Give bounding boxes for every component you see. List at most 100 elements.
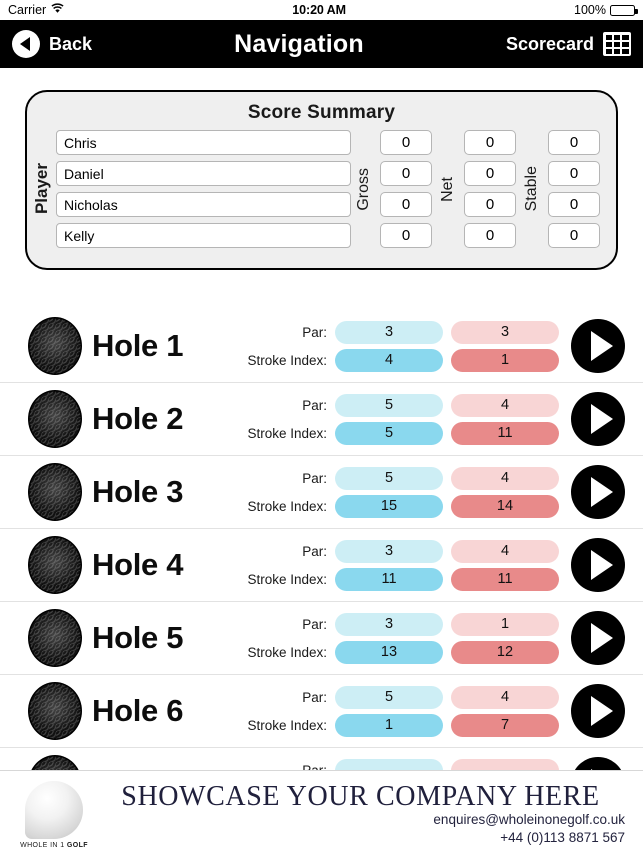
hole-list[interactable]: Hole 1 Par: 3 3 Stroke Index: 4 1 Hole 2 (0, 310, 643, 780)
net-column: 0 0 0 0 (464, 130, 516, 248)
net-value[interactable]: 0 (464, 130, 516, 155)
stroke-index-label: Stroke Index: (247, 644, 327, 660)
stroke-index-label: Stroke Index: (247, 571, 327, 587)
gross-value[interactable]: 0 (380, 161, 432, 186)
status-bar-right: 100% (574, 3, 638, 17)
hole-row[interactable]: Hole 6 Par: 5 4 Stroke Index: 1 7 (0, 675, 643, 748)
play-arrow-icon[interactable] (571, 319, 625, 373)
player-name-input[interactable]: Kelly (56, 223, 351, 248)
play-arrow-icon[interactable] (571, 611, 625, 665)
gross-group: Gross 0 0 0 0 (351, 130, 435, 248)
gross-value[interactable]: 0 (380, 130, 432, 155)
par-line: Par: 5 4 (195, 466, 559, 490)
par-line: Par: 5 4 (195, 685, 559, 709)
player-name-input[interactable]: Daniel (56, 161, 351, 186)
stroke-index-blue-value: 11 (335, 567, 443, 591)
stroke-index-pink-value: 11 (451, 567, 559, 591)
golf-ball-logo-icon: WHOLE IN 1 GOLF (12, 777, 96, 853)
stroke-index-pink-value: 7 (451, 713, 559, 737)
par-pink-value: 3 (451, 320, 559, 344)
page-title: Navigation (234, 29, 364, 58)
player-axis: Player (27, 130, 56, 248)
play-arrow-icon[interactable] (571, 538, 625, 592)
stroke-index-blue-value: 4 (335, 348, 443, 372)
par-blue-value: 5 (335, 685, 443, 709)
par-blue-value: 5 (335, 466, 443, 490)
back-circle-arrow-icon (12, 30, 40, 58)
par-blue-value: 3 (335, 539, 443, 563)
golf-ball-icon (28, 390, 82, 448)
par-line: Par: 3 1 (195, 612, 559, 636)
par-line: Par: 3 3 (195, 320, 559, 344)
net-value[interactable]: 0 (464, 223, 516, 248)
stable-axis-label: Stable (523, 166, 540, 212)
grid-icon (603, 32, 631, 56)
hole-row[interactable]: Hole 4 Par: 3 4 Stroke Index: 11 11 (0, 529, 643, 602)
banner-email[interactable]: enquires@wholeinonegolf.co.uk (433, 811, 625, 829)
net-value[interactable]: 0 (464, 161, 516, 186)
play-arrow-icon[interactable] (571, 392, 625, 446)
status-bar: Carrier 10:20 AM 100% (0, 0, 643, 20)
stroke-index-line: Stroke Index: 15 14 (195, 494, 559, 518)
net-value[interactable]: 0 (464, 192, 516, 217)
par-blue-value: 3 (335, 320, 443, 344)
stable-value[interactable]: 0 (548, 130, 600, 155)
back-button[interactable]: Back (12, 30, 92, 58)
battery-percent-label: 100% (574, 3, 606, 17)
banner-phone[interactable]: +44 (0)113 8871 567 (500, 829, 625, 847)
hole-row[interactable]: Hole 1 Par: 3 3 Stroke Index: 4 1 (0, 310, 643, 383)
par-line: Par: 3 4 (195, 539, 559, 563)
stroke-index-blue-value: 15 (335, 494, 443, 518)
gross-value[interactable]: 0 (380, 192, 432, 217)
stable-value[interactable]: 0 (548, 223, 600, 248)
stroke-index-line: Stroke Index: 1 7 (195, 713, 559, 737)
par-label: Par: (302, 324, 327, 340)
par-pink-value: 1 (451, 612, 559, 636)
banner-headline: SHOWCASE YOUR COMPANY HERE (121, 780, 600, 812)
gross-value[interactable]: 0 (380, 223, 432, 248)
back-arrow-triangle (20, 37, 30, 51)
scorecard-button-label: Scorecard (505, 33, 594, 54)
score-summary-title: Score Summary (247, 102, 396, 123)
banner-content: SHOWCASE YOUR COMPANY HERE enquires@whol… (96, 780, 629, 848)
stroke-index-line: Stroke Index: 4 1 (195, 348, 559, 372)
advertising-banner[interactable]: WHOLE IN 1 GOLF SHOWCASE YOUR COMPANY HE… (0, 770, 643, 858)
golf-ball-icon (28, 317, 82, 375)
player-name-input[interactable]: Nicholas (56, 192, 351, 217)
battery-full-icon (610, 4, 638, 16)
stroke-index-blue-value: 13 (335, 640, 443, 664)
hole-row[interactable]: Hole 5 Par: 3 1 Stroke Index: 13 12 (0, 602, 643, 675)
stroke-index-label: Stroke Index: (247, 498, 327, 514)
hole-name: Hole 5 (92, 620, 184, 655)
wifi-icon (51, 3, 64, 17)
app-root: Carrier 10:20 AM 100% Back Navigation Sc… (0, 0, 643, 858)
hole-row[interactable]: Hole 2 Par: 5 4 Stroke Index: 5 11 (0, 383, 643, 456)
hole-stats: Par: 3 3 Stroke Index: 4 1 (183, 320, 559, 372)
par-label: Par: (302, 543, 327, 559)
stroke-index-label: Stroke Index: (247, 352, 327, 368)
stable-value[interactable]: 0 (548, 161, 600, 186)
player-name-input[interactable]: Chris (56, 130, 351, 155)
play-arrow-icon[interactable] (571, 684, 625, 738)
hole-row[interactable]: Hole 3 Par: 5 4 Stroke Index: 15 14 (0, 456, 643, 529)
logo-ball-shape (25, 780, 83, 839)
net-axis-label: Net (439, 176, 456, 202)
par-pink-value: 4 (451, 539, 559, 563)
golf-ball-icon (28, 536, 82, 594)
scorecard-button[interactable]: Scorecard (506, 32, 631, 56)
gross-axis: Gross (351, 130, 377, 248)
golf-ball-icon (28, 682, 82, 740)
stroke-index-pink-value: 12 (451, 640, 559, 664)
stroke-index-line: Stroke Index: 11 11 (195, 567, 559, 591)
stable-value[interactable]: 0 (548, 192, 600, 217)
par-blue-value: 5 (335, 393, 443, 417)
play-arrow-icon[interactable] (571, 465, 625, 519)
stroke-index-label: Stroke Index: (247, 425, 327, 441)
par-label: Par: (302, 689, 327, 705)
hole-name: Hole 3 (92, 474, 184, 509)
back-button-label: Back (49, 33, 93, 54)
hole-stats: Par: 5 4 Stroke Index: 5 11 (183, 393, 559, 445)
par-pink-value: 4 (451, 393, 559, 417)
stable-group: Stable 0 0 0 0 (519, 130, 603, 248)
hole-name: Hole 1 (92, 328, 184, 363)
